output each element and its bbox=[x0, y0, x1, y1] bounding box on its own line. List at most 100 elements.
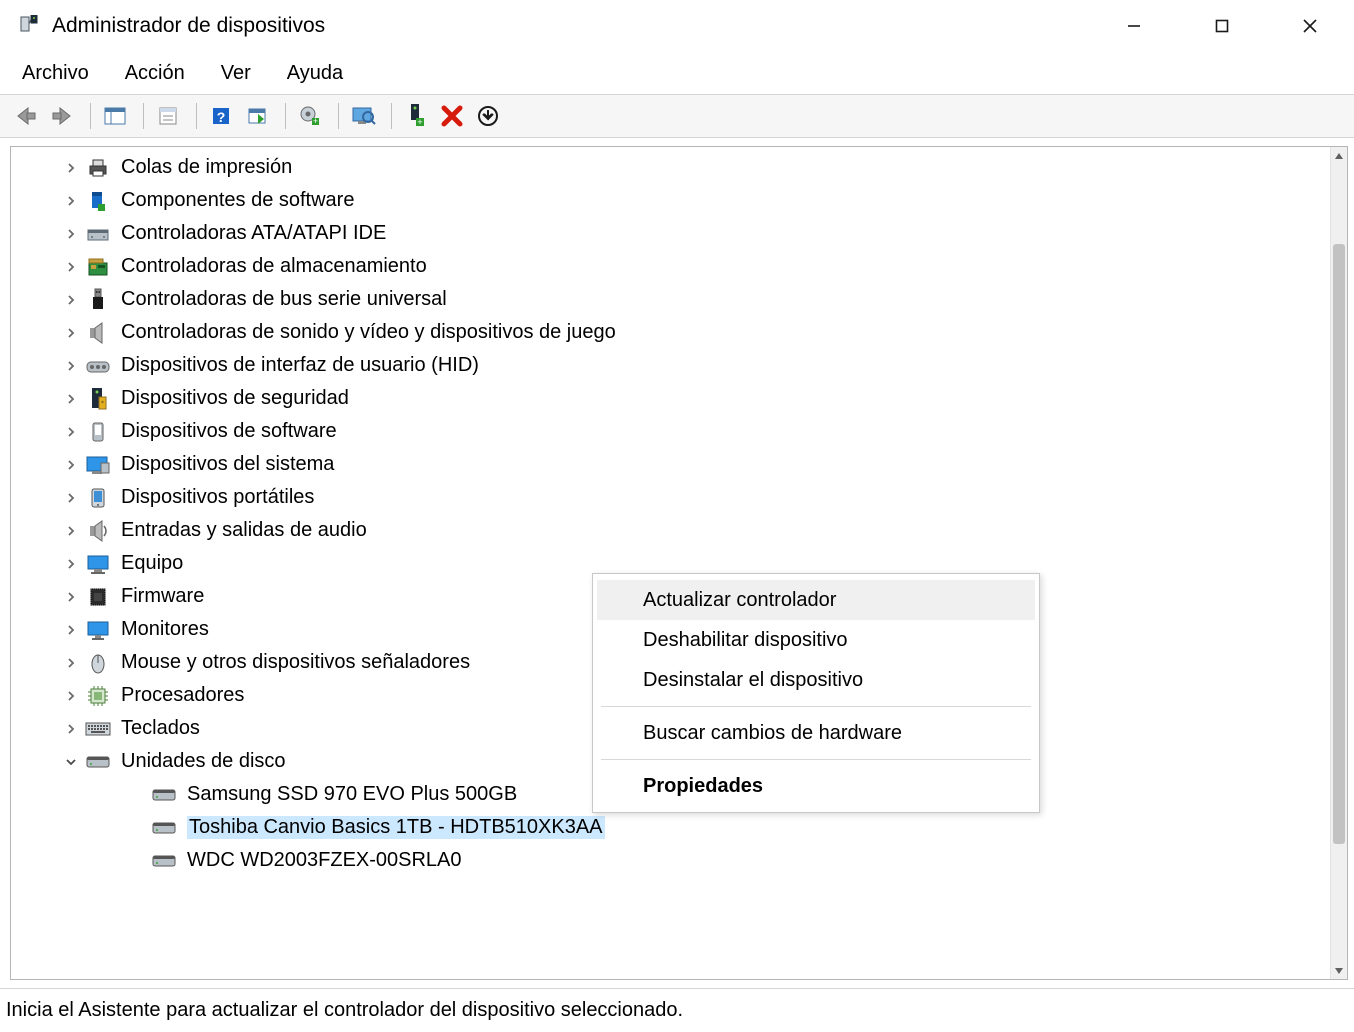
toolbar-separator bbox=[90, 103, 91, 129]
help-button[interactable]: ? bbox=[205, 100, 237, 132]
minimize-button[interactable] bbox=[1090, 0, 1178, 52]
computer-icon bbox=[85, 551, 111, 577]
back-button[interactable] bbox=[10, 100, 42, 132]
toolbar-separator bbox=[196, 103, 197, 129]
tree-node-label: Entradas y salidas de audio bbox=[121, 519, 367, 542]
ide-controller-icon bbox=[85, 221, 111, 247]
tree-node-label: Procesadores bbox=[121, 684, 244, 707]
tree-node[interactable]: Dispositivos portátiles bbox=[11, 481, 1347, 514]
tree-node[interactable]: Dispositivos de interfaz de usuario (HID… bbox=[11, 349, 1347, 382]
collapse-icon[interactable] bbox=[61, 752, 81, 772]
tree-node[interactable]: Controladoras de almacenamiento bbox=[11, 250, 1347, 283]
enable-device-button[interactable]: + bbox=[400, 100, 432, 132]
context-menu-item[interactable]: Buscar cambios de hardware bbox=[597, 713, 1035, 753]
expand-icon[interactable] bbox=[61, 653, 81, 673]
properties-button[interactable] bbox=[152, 100, 184, 132]
tree-node[interactable]: Componentes de software bbox=[11, 184, 1347, 217]
action-button[interactable] bbox=[241, 100, 273, 132]
tree-node-label: Samsung SSD 970 EVO Plus 500GB bbox=[187, 783, 517, 806]
menu-ayuda[interactable]: Ayuda bbox=[283, 58, 347, 89]
expand-icon[interactable] bbox=[61, 620, 81, 640]
tree-node-label: Dispositivos de interfaz de usuario (HID… bbox=[121, 354, 479, 377]
maximize-button[interactable] bbox=[1178, 0, 1266, 52]
menu-accion[interactable]: Acción bbox=[121, 58, 189, 89]
tree-node-label: Dispositivos del sistema bbox=[121, 453, 334, 476]
expand-icon[interactable] bbox=[61, 158, 81, 178]
status-bar: Inicia el Asistente para actualizar el c… bbox=[0, 988, 1354, 1032]
expand-icon[interactable] bbox=[61, 191, 81, 211]
tree-node-label: Componentes de software bbox=[121, 189, 354, 212]
expand-icon[interactable] bbox=[61, 719, 81, 739]
tree-node[interactable]: Controladoras ATA/ATAPI IDE bbox=[11, 217, 1347, 250]
disk-icon bbox=[151, 815, 177, 841]
scan-hardware-button[interactable] bbox=[347, 100, 379, 132]
tree-node[interactable]: Dispositivos de seguridad bbox=[11, 382, 1347, 415]
tree-node-label: WDC WD2003FZEX-00SRLA0 bbox=[187, 849, 462, 872]
monitor-icon bbox=[85, 617, 111, 643]
scroll-down-arrow[interactable] bbox=[1331, 962, 1347, 979]
scrollbar-track[interactable] bbox=[1331, 164, 1347, 962]
expand-icon[interactable] bbox=[61, 488, 81, 508]
disable-device-button[interactable] bbox=[472, 100, 504, 132]
context-menu-separator bbox=[601, 706, 1031, 707]
expand-icon[interactable] bbox=[61, 587, 81, 607]
uninstall-device-button[interactable] bbox=[436, 100, 468, 132]
update-driver-button[interactable]: + bbox=[294, 100, 326, 132]
tree-node-label: Dispositivos de seguridad bbox=[121, 387, 349, 410]
toolbar: ? + + bbox=[0, 94, 1354, 138]
svg-text:?: ? bbox=[217, 109, 226, 125]
tree-node-label: Controladoras de sonido y vídeo y dispos… bbox=[121, 321, 616, 344]
scrollbar-thumb[interactable] bbox=[1333, 244, 1345, 844]
svg-text:+: + bbox=[417, 117, 422, 127]
storage-controller-icon bbox=[85, 254, 111, 280]
software-component-icon bbox=[85, 188, 111, 214]
expand-icon[interactable] bbox=[61, 389, 81, 409]
usb-icon bbox=[85, 287, 111, 313]
expand-icon[interactable] bbox=[61, 290, 81, 310]
tree-node-label: Firmware bbox=[121, 585, 204, 608]
keyboard-icon bbox=[85, 716, 111, 742]
context-menu-separator bbox=[601, 759, 1031, 760]
tree-node-label: Dispositivos de software bbox=[121, 420, 337, 443]
main-area: Colas de impresión Componentes de softwar… bbox=[0, 138, 1354, 988]
menu-ver[interactable]: Ver bbox=[217, 58, 255, 89]
toolbar-separator bbox=[391, 103, 392, 129]
disk-icon bbox=[151, 782, 177, 808]
tree-node[interactable]: Dispositivos de software bbox=[11, 415, 1347, 448]
tree-node[interactable]: WDC WD2003FZEX-00SRLA0 bbox=[11, 844, 1347, 877]
menu-archivo[interactable]: Archivo bbox=[18, 58, 93, 89]
expand-icon[interactable] bbox=[61, 455, 81, 475]
tree-node[interactable]: Dispositivos del sistema bbox=[11, 448, 1347, 481]
tree-node[interactable]: Entradas y salidas de audio bbox=[11, 514, 1347, 547]
hid-icon bbox=[85, 353, 111, 379]
disk-icon bbox=[85, 749, 111, 775]
audio-io-icon bbox=[85, 518, 111, 544]
expand-icon[interactable] bbox=[61, 356, 81, 376]
expand-icon[interactable] bbox=[61, 554, 81, 574]
tree-node[interactable]: Controladoras de sonido y vídeo y dispos… bbox=[11, 316, 1347, 349]
scroll-up-arrow[interactable] bbox=[1331, 147, 1347, 164]
tree-node[interactable]: Controladoras de bus serie universal bbox=[11, 283, 1347, 316]
tree-node-label: Controladoras ATA/ATAPI IDE bbox=[121, 222, 386, 245]
tree-node[interactable]: Colas de impresión bbox=[11, 151, 1347, 184]
expand-icon[interactable] bbox=[61, 224, 81, 244]
vertical-scrollbar[interactable] bbox=[1330, 147, 1347, 979]
context-menu-item[interactable]: Deshabilitar dispositivo bbox=[597, 620, 1035, 660]
context-menu: Actualizar controladorDeshabilitar dispo… bbox=[592, 573, 1040, 813]
expand-icon[interactable] bbox=[61, 521, 81, 541]
title-bar: Administrador de dispositivos bbox=[0, 0, 1354, 52]
tree-node[interactable]: Toshiba Canvio Basics 1TB - HDTB510XK3AA bbox=[11, 811, 1347, 844]
expand-icon[interactable] bbox=[61, 323, 81, 343]
context-menu-item[interactable]: Propiedades bbox=[597, 766, 1035, 806]
expand-icon[interactable] bbox=[61, 257, 81, 277]
expand-icon[interactable] bbox=[61, 686, 81, 706]
context-menu-item[interactable]: Actualizar controlador bbox=[597, 580, 1035, 620]
context-menu-item[interactable]: Desinstalar el dispositivo bbox=[597, 660, 1035, 700]
forward-button[interactable] bbox=[46, 100, 78, 132]
tree-node-label: Monitores bbox=[121, 618, 209, 641]
tree-node-label: Dispositivos portátiles bbox=[121, 486, 314, 509]
show-hide-console-tree-button[interactable] bbox=[99, 100, 131, 132]
close-button[interactable] bbox=[1266, 0, 1354, 52]
portable-device-icon bbox=[85, 485, 111, 511]
expand-icon[interactable] bbox=[61, 422, 81, 442]
